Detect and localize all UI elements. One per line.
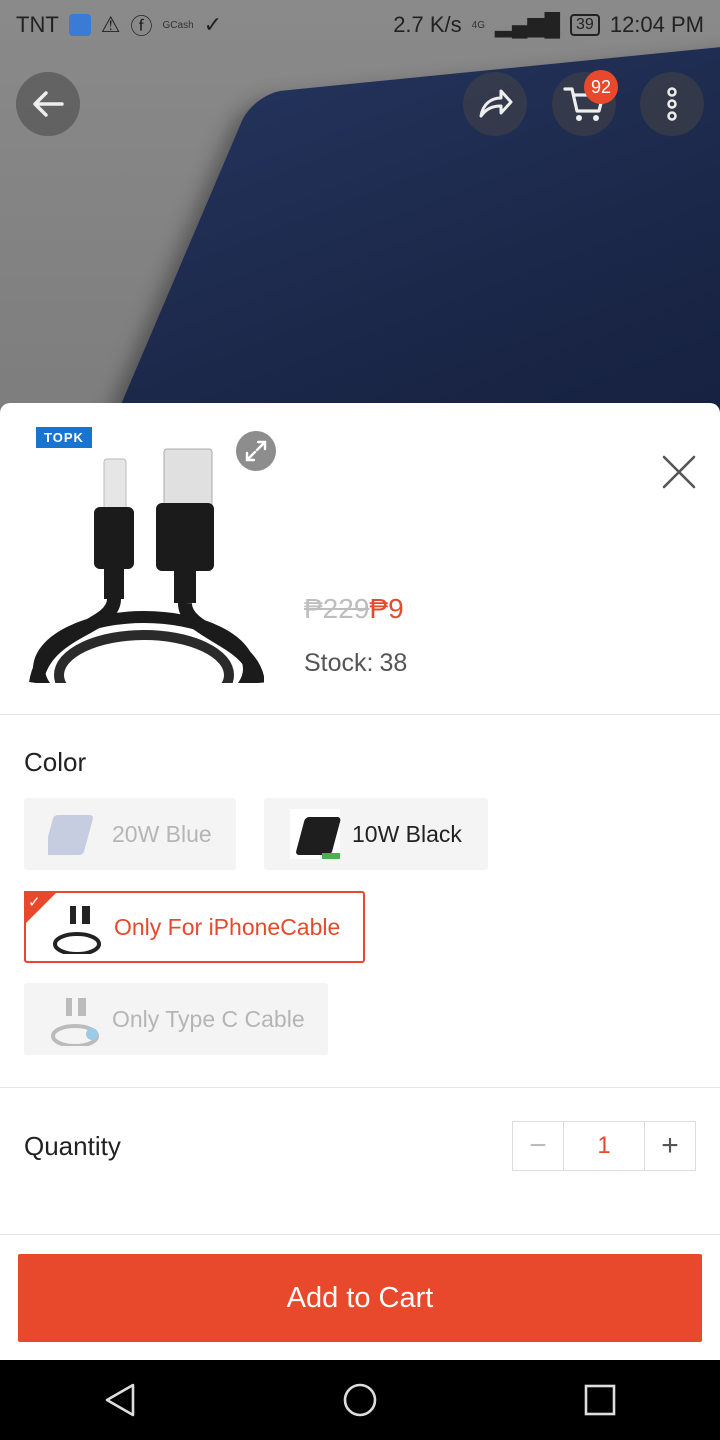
variant-label: Only For iPhoneCable — [114, 913, 341, 940]
selected-variant-image[interactable]: TOPK — [24, 419, 264, 683]
back-button[interactable] — [16, 72, 80, 136]
stock-info: Stock: 38 — [304, 649, 407, 678]
signal-icon: ▂▄▆█ — [495, 12, 561, 37]
carrier-label: TNT — [16, 12, 59, 37]
original-price: ₱229 — [304, 593, 370, 624]
power-bank-image — [75, 28, 720, 420]
check-download-icon: ✓ — [203, 12, 223, 37]
quantity-label: Quantity — [24, 1131, 121, 1161]
expand-image-button[interactable] — [236, 431, 276, 471]
variant-label: 10W Black — [352, 820, 462, 847]
triangle-back-icon — [105, 1383, 135, 1417]
check-icon: ✓ — [28, 894, 41, 911]
close-icon — [662, 455, 696, 489]
nav-back-button[interactable] — [90, 1370, 150, 1430]
divider — [0, 714, 720, 715]
color-section-title: Color — [24, 747, 87, 777]
nav-recents-button[interactable] — [570, 1370, 630, 1430]
shield-icon — [68, 14, 91, 36]
brand-tag: TOPK — [36, 427, 92, 448]
divider — [0, 1234, 720, 1235]
variant-thumbnail — [288, 807, 342, 861]
status-left: TNT ⚠ ⓕ GCash ✓ — [16, 9, 222, 41]
variant-label: Only Type C Cable — [112, 1005, 305, 1032]
sale-price: ₱9 — [369, 593, 404, 624]
status-right: 2.7 K/s 4G ▂▄▆█ 39 12:04 PM — [393, 12, 704, 38]
clock: 12:04 PM — [609, 12, 704, 37]
cable-image — [29, 448, 264, 683]
variant-option-20w-blue[interactable]: 20W Blue — [24, 798, 236, 870]
cart-count-badge: 92 — [584, 70, 618, 104]
variant-option-10w-black[interactable]: 10W Black — [264, 798, 488, 870]
facebook-icon: ⓕ — [130, 14, 153, 39]
network-speed: 2.7 K/s — [393, 12, 462, 37]
warning-icon: ⚠ — [100, 12, 121, 37]
share-icon — [479, 89, 513, 118]
gcash-label: GCash — [162, 19, 194, 31]
more-options-button[interactable] — [640, 72, 704, 136]
system-navigation-bar — [0, 1360, 720, 1440]
quantity-stepper: − 1 + — [512, 1121, 696, 1171]
variant-thumbnail — [44, 807, 102, 861]
quantity-input[interactable]: 1 — [563, 1122, 645, 1170]
product-hero-background — [0, 0, 720, 420]
variant-label: 20W Blue — [112, 820, 212, 847]
battery-icon: 39 — [570, 14, 600, 36]
variant-thumbnail — [48, 992, 102, 1048]
variant-option-type-c-cable[interactable]: Only Type C Cable — [24, 983, 328, 1055]
price-row: ₱229 ₱9 — [304, 593, 404, 625]
divider — [0, 1087, 720, 1088]
network-type: 4G — [471, 19, 486, 31]
stock-value: 38 — [379, 649, 408, 677]
circle-home-icon — [343, 1383, 377, 1417]
variant-option-iphone-cable[interactable]: ✓ Only For iPhoneCable — [24, 891, 365, 963]
square-recents-icon — [584, 1384, 616, 1416]
variant-thumbnail — [50, 900, 104, 956]
close-button[interactable] — [656, 449, 702, 495]
share-button[interactable] — [463, 72, 527, 136]
quantity-decrease-button[interactable]: − — [513, 1122, 563, 1170]
quantity-increase-button[interactable]: + — [645, 1122, 695, 1170]
nav-home-button[interactable] — [330, 1370, 390, 1430]
variation-bottom-sheet: TOPK ₱229 ₱9 Stock: 38 Color 20W Blue 10… — [0, 403, 720, 1360]
more-vertical-icon — [667, 87, 677, 121]
status-bar: TNT ⚠ ⓕ GCash ✓ 2.7 K/s 4G ▂▄▆█ 39 12:04… — [0, 0, 720, 50]
expand-icon — [245, 440, 267, 462]
add-to-cart-button[interactable]: Add to Cart — [18, 1254, 702, 1342]
arrow-left-icon — [33, 91, 64, 117]
stock-label: Stock: — [304, 649, 374, 677]
